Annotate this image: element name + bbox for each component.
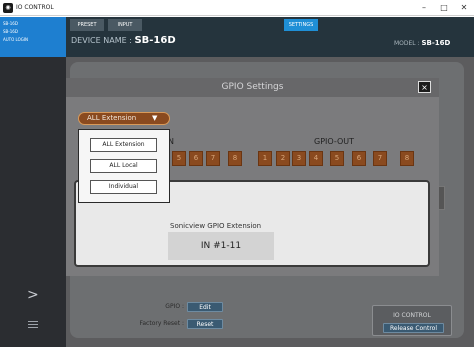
model-label: MODEL : bbox=[394, 40, 420, 47]
app-icon: ◉ bbox=[3, 3, 13, 13]
device-name-value: SB-16D bbox=[134, 35, 176, 46]
device-list-item[interactable]: SB-16D bbox=[2, 28, 64, 35]
gpio-out-button[interactable]: 3 bbox=[292, 151, 306, 166]
gpio-in-button[interactable]: 8 bbox=[228, 151, 242, 166]
device-list-item[interactable]: SB-16D bbox=[2, 20, 64, 27]
dialog-title: GPIO Settings bbox=[221, 82, 284, 92]
gpio-out-label: GPIO-OUT bbox=[314, 137, 355, 146]
gpio-out-button[interactable]: 5 bbox=[330, 151, 344, 166]
gpio-in-button[interactable]: 7 bbox=[206, 151, 220, 166]
tab-settings[interactable]: SETTINGS bbox=[284, 19, 318, 31]
factory-reset-label: Factory Reset : bbox=[139, 320, 184, 327]
gpio-out-button[interactable]: 2 bbox=[276, 151, 290, 166]
device-name: DEVICE NAME : SB-16D bbox=[71, 36, 176, 46]
gpio-out-button[interactable]: 8 bbox=[400, 151, 414, 166]
gpio-out-button[interactable]: 7 bbox=[373, 151, 387, 166]
expand-sidebar-icon[interactable]: > bbox=[27, 288, 39, 302]
model: MODEL : SB-16D bbox=[394, 38, 450, 49]
close-icon[interactable]: × bbox=[418, 81, 431, 93]
release-control-button[interactable]: Release Control bbox=[383, 323, 444, 333]
chevron-down-icon[interactable]: ▼ bbox=[152, 112, 157, 125]
option-all-local[interactable]: ALL Local bbox=[90, 159, 157, 173]
gpio-in-button[interactable]: 6 bbox=[189, 151, 203, 166]
minimize-button[interactable]: – bbox=[416, 1, 432, 15]
gpio-out-button[interactable]: 4 bbox=[309, 151, 323, 166]
gpio-out-button[interactable]: 6 bbox=[352, 151, 366, 166]
tab-input[interactable]: INPUT bbox=[108, 19, 142, 31]
device-name-label: DEVICE NAME : bbox=[71, 36, 132, 45]
io-control-title: IO CONTROL bbox=[393, 312, 431, 319]
maximize-button[interactable]: □ bbox=[436, 1, 452, 15]
tab-preset[interactable]: PRESET bbox=[70, 19, 104, 31]
option-individual[interactable]: Individual bbox=[90, 180, 157, 194]
extension-title: Sonicview GPIO Extension bbox=[170, 222, 262, 230]
option-all-extension[interactable]: ALL Extension bbox=[90, 138, 157, 152]
factory-reset-button[interactable]: Reset bbox=[187, 319, 223, 329]
gpio-out-button[interactable]: 1 bbox=[258, 151, 272, 166]
gpio-edit-button[interactable]: Edit bbox=[187, 302, 223, 312]
device-list-item[interactable]: AUTO LOGIN bbox=[2, 36, 64, 43]
window-titlebar bbox=[0, 0, 474, 16]
close-window-button[interactable]: ✕ bbox=[456, 1, 472, 15]
window-title: IO CONTROL bbox=[16, 4, 54, 11]
gpio-label: GPIO : bbox=[165, 303, 184, 310]
model-value: SB-16D bbox=[421, 39, 451, 47]
extension-value: IN #1-11 bbox=[200, 241, 242, 251]
menu-icon[interactable] bbox=[28, 321, 38, 329]
gpio-in-button[interactable]: 5 bbox=[172, 151, 186, 166]
